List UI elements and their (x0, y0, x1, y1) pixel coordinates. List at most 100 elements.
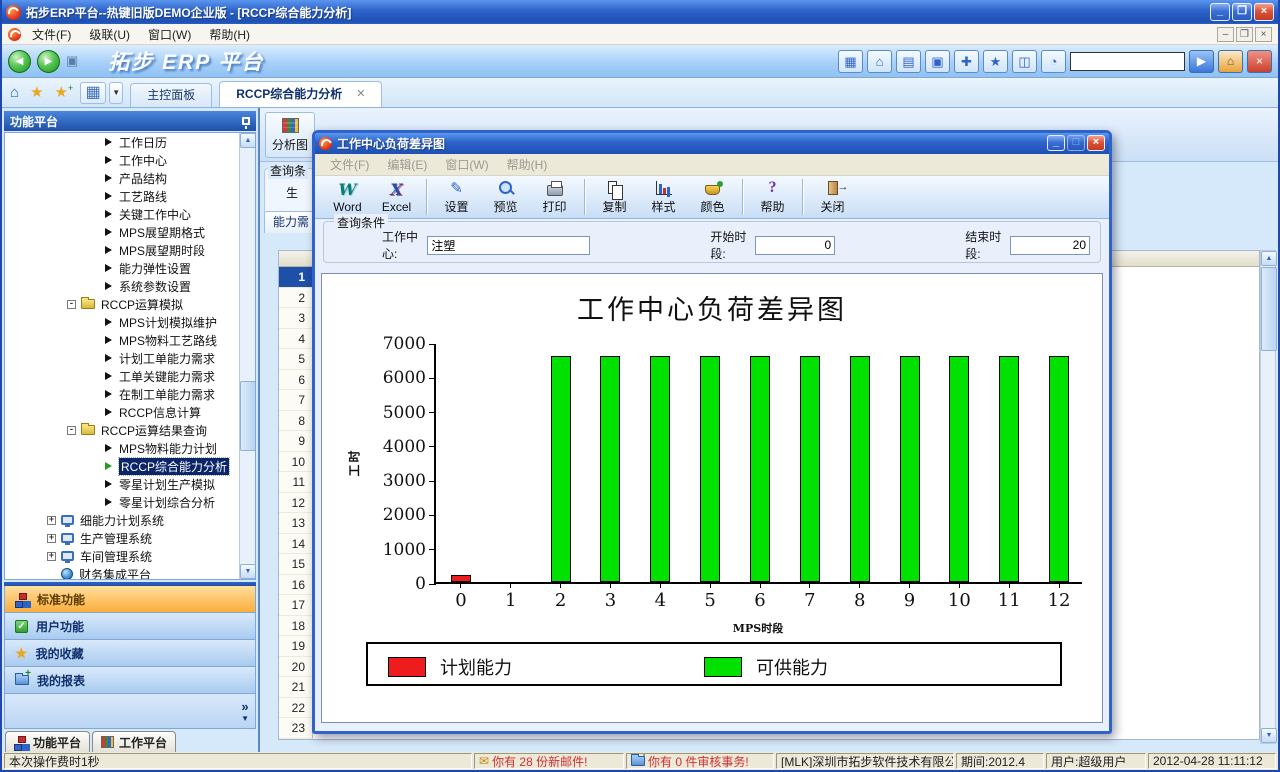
dialog-minimize-button[interactable]: _ (1047, 135, 1065, 151)
scroll-down-icon[interactable]: ▼ (1261, 728, 1277, 743)
minimize-button[interactable]: _ (1210, 3, 1230, 21)
tab-close-icon[interactable]: ✕ (356, 83, 365, 106)
scroll-thumb[interactable] (240, 381, 256, 451)
scroll-up-icon[interactable]: ▲ (1261, 251, 1277, 266)
grid-row[interactable]: 18 (279, 616, 313, 637)
grid-row[interactable]: 11 (279, 472, 313, 493)
close-button[interactable]: × (1254, 3, 1274, 21)
tab-rccp-analysis[interactable]: RCCP综合能力分析 ✕ (219, 81, 382, 107)
analysis-chart-button[interactable]: 分析图 (265, 112, 315, 158)
tree-item[interactable]: 工单关键能力需求 (5, 367, 238, 385)
toolbar-button-color[interactable]: 颜色 (688, 176, 737, 218)
scroll-up-icon[interactable]: ▲ (240, 133, 256, 148)
grid-row[interactable]: 2 (279, 288, 313, 309)
tab-dropdown-button[interactable]: ▼ (109, 82, 123, 104)
favorite-icon[interactable]: ★ (30, 83, 43, 101)
dialog-menu-item-3[interactable]: 帮助(H) (498, 154, 557, 175)
work-center-input[interactable] (427, 236, 590, 255)
tree-item[interactable]: MPS计划模拟维护 (5, 313, 238, 331)
expand-icon[interactable]: + (47, 534, 56, 543)
toolbar-button-settings[interactable]: ✎设置 (432, 176, 481, 218)
grid-row[interactable]: 23 (279, 718, 313, 739)
toolbar-button-help[interactable]: ?帮助 (748, 176, 797, 218)
back-button[interactable]: ◀ (8, 50, 31, 73)
toolbar-button-door[interactable]: 关闭 (808, 176, 857, 218)
tree-item[interactable]: -RCCP运算结果查询 (5, 421, 238, 439)
tree-item[interactable]: RCCP信息计算 (5, 403, 238, 421)
toolbar-button-print[interactable]: 打印 (530, 176, 579, 218)
mdi-close-button[interactable]: × (1255, 27, 1272, 42)
exit-button[interactable]: × (1247, 50, 1272, 73)
content-scrollbar[interactable]: ▲ ▼ (1260, 250, 1276, 744)
grid-row[interactable]: 5 (279, 349, 313, 370)
tab-list-button[interactable]: ▦ (80, 82, 106, 104)
tree-item[interactable]: 财务集成平台 (5, 565, 238, 579)
new-folder-icon[interactable]: ✚ (954, 50, 979, 73)
panel-my-reports[interactable]: 我的报表 (4, 667, 256, 694)
tree-item[interactable]: +生产管理系统 (5, 529, 238, 547)
start-period-input[interactable] (755, 236, 835, 255)
toolbar-button-excel[interactable]: XExcel (372, 176, 421, 218)
tree-item[interactable]: 零星计划综合分析 (5, 493, 238, 511)
tree-item[interactable]: -RCCP运算模拟 (5, 295, 238, 313)
grid-row[interactable]: 7 (279, 390, 313, 411)
expand-icon[interactable]: + (47, 552, 56, 561)
tree-item[interactable]: +车间管理系统 (5, 547, 238, 565)
generate-button-partial[interactable]: 生 (286, 184, 298, 201)
tab-dashboard[interactable]: 主控面板 (130, 83, 212, 107)
grid-row[interactable]: 20 (279, 657, 313, 678)
tree-scrollbar[interactable]: ▲ ▼ (239, 133, 255, 579)
grid-row[interactable]: 4 (279, 329, 313, 350)
book-icon[interactable]: ▤ (896, 50, 921, 73)
toolbar-button-preview[interactable]: 预览 (481, 176, 530, 218)
tree-item[interactable]: 工作日历 (5, 133, 238, 151)
menu-item-2[interactable]: 窗口(W) (139, 24, 200, 45)
more-panels-icon[interactable]: »▼ (241, 702, 249, 724)
collapse-icon[interactable]: - (67, 426, 76, 435)
grid-row[interactable]: 9 (279, 431, 313, 452)
dialog-close-button[interactable]: × (1087, 135, 1105, 151)
tree-item[interactable]: +细能力计划系统 (5, 511, 238, 529)
run-button[interactable]: ▶ (1189, 50, 1214, 73)
grid-row[interactable]: 15 (279, 554, 313, 575)
add-favorite-icon[interactable]: ★+ (55, 83, 74, 101)
tree-item[interactable]: 零星计划生产模拟 (5, 475, 238, 493)
tab-function-platform[interactable]: 功能平台 (5, 731, 90, 752)
grid-row[interactable]: 8 (279, 411, 313, 432)
toolbar-button-copy[interactable]: 复制 (590, 176, 639, 218)
tree-item[interactable]: MPS物料工艺路线 (5, 331, 238, 349)
mdi-minimize-button[interactable]: – (1217, 27, 1234, 42)
grid-row[interactable]: 21 (279, 677, 313, 698)
toolbar-button-word[interactable]: WWord (323, 176, 372, 218)
tree-item[interactable]: 在制工单能力需求 (5, 385, 238, 403)
tree-item[interactable]: MPS物料能力计划 (5, 439, 238, 457)
menu-item-1[interactable]: 级联(U) (80, 24, 139, 45)
grid-row[interactable]: 3 (279, 308, 313, 329)
panel-standard-functions[interactable]: 标准功能 (4, 586, 256, 613)
grid-row[interactable]: 13 (279, 513, 313, 534)
tree-item[interactable]: RCCP综合能力分析 (5, 457, 238, 475)
collapse-icon[interactable]: - (67, 300, 76, 309)
tree-item[interactable]: 工艺路线 (5, 187, 238, 205)
grid-row[interactable]: 12 (279, 493, 313, 514)
expand-icon[interactable]: + (47, 516, 56, 525)
quick-search-input[interactable] (1070, 52, 1185, 71)
panel-user-functions[interactable]: ✓ 用户功能 (4, 613, 256, 640)
menu-item-3[interactable]: 帮助(H) (200, 24, 259, 45)
grid-view-icon[interactable]: ▦ (838, 50, 863, 73)
mdi-restore-button[interactable]: ❐ (1236, 27, 1253, 42)
dialog-menu-item-2[interactable]: 窗口(W) (436, 154, 497, 175)
home-button[interactable]: ⌂ (1218, 50, 1243, 73)
grid-row[interactable]: 19 (279, 636, 313, 657)
grid-row[interactable]: 16 (279, 575, 313, 596)
org-chart-icon[interactable]: ▣ (925, 50, 950, 73)
tree-item[interactable]: MPS展望期格式 (5, 223, 238, 241)
home-folder-icon[interactable]: ⌂ (867, 50, 892, 73)
status-audit-tasks[interactable]: 你有 0 件审核事务! (626, 753, 774, 769)
favorites-icon[interactable]: ★ (983, 50, 1008, 73)
tree-item[interactable]: 关键工作中心 (5, 205, 238, 223)
tree-item[interactable]: 工作中心 (5, 151, 238, 169)
panel-my-favorites[interactable]: ★ 我的收藏 (4, 640, 256, 667)
forward-button[interactable]: ▶ (37, 50, 60, 73)
scroll-thumb[interactable] (1261, 267, 1277, 351)
